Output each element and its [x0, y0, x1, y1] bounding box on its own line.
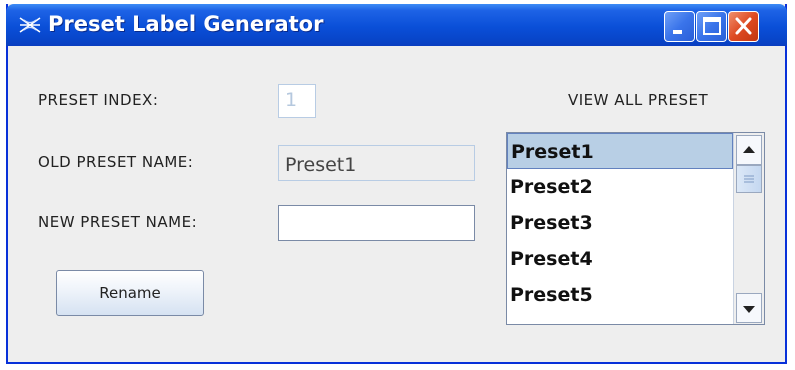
rename-button[interactable]: Rename	[56, 270, 204, 316]
new-preset-name-label: NEW PRESET NAME:	[38, 213, 198, 231]
old-preset-name-field: Preset1	[278, 145, 475, 181]
preset-list-items: Preset1 Preset2 Preset3 Preset4 Preset5	[507, 133, 733, 313]
triangle-up-icon	[743, 146, 755, 153]
preset-list-item[interactable]: Preset1	[507, 133, 733, 169]
window-title: Preset Label Generator	[48, 12, 324, 36]
view-all-preset-heading: VIEW ALL PRESET	[568, 91, 709, 109]
close-button[interactable]	[728, 11, 759, 42]
triangle-down-icon	[743, 306, 755, 313]
grip-icon	[744, 175, 754, 183]
new-preset-name-input[interactable]	[278, 205, 475, 241]
preset-list-item[interactable]: Preset2	[507, 169, 733, 205]
preset-list-item[interactable]: Preset5	[507, 277, 733, 313]
list-scrollbar[interactable]	[733, 133, 764, 324]
scrollbar-thumb[interactable]	[736, 165, 762, 193]
preset-list-item[interactable]: Preset3	[507, 205, 733, 241]
preset-list-item[interactable]: Preset4	[507, 241, 733, 277]
preset-index-field: 1	[278, 84, 316, 118]
minimize-button[interactable]	[664, 11, 695, 42]
scroll-down-button[interactable]	[736, 293, 762, 323]
maximize-button[interactable]	[696, 11, 727, 42]
preset-list[interactable]: Preset1 Preset2 Preset3 Preset4 Preset5	[506, 132, 765, 325]
app-icon	[18, 14, 42, 36]
preset-index-label: PRESET INDEX:	[38, 91, 159, 109]
maximize-icon	[703, 17, 721, 35]
minimize-icon	[673, 30, 682, 34]
close-icon	[735, 17, 752, 35]
old-preset-name-label: OLD PRESET NAME:	[38, 153, 194, 171]
scroll-up-button[interactable]	[736, 135, 762, 165]
title-bar[interactable]: Preset Label Generator	[6, 4, 787, 46]
